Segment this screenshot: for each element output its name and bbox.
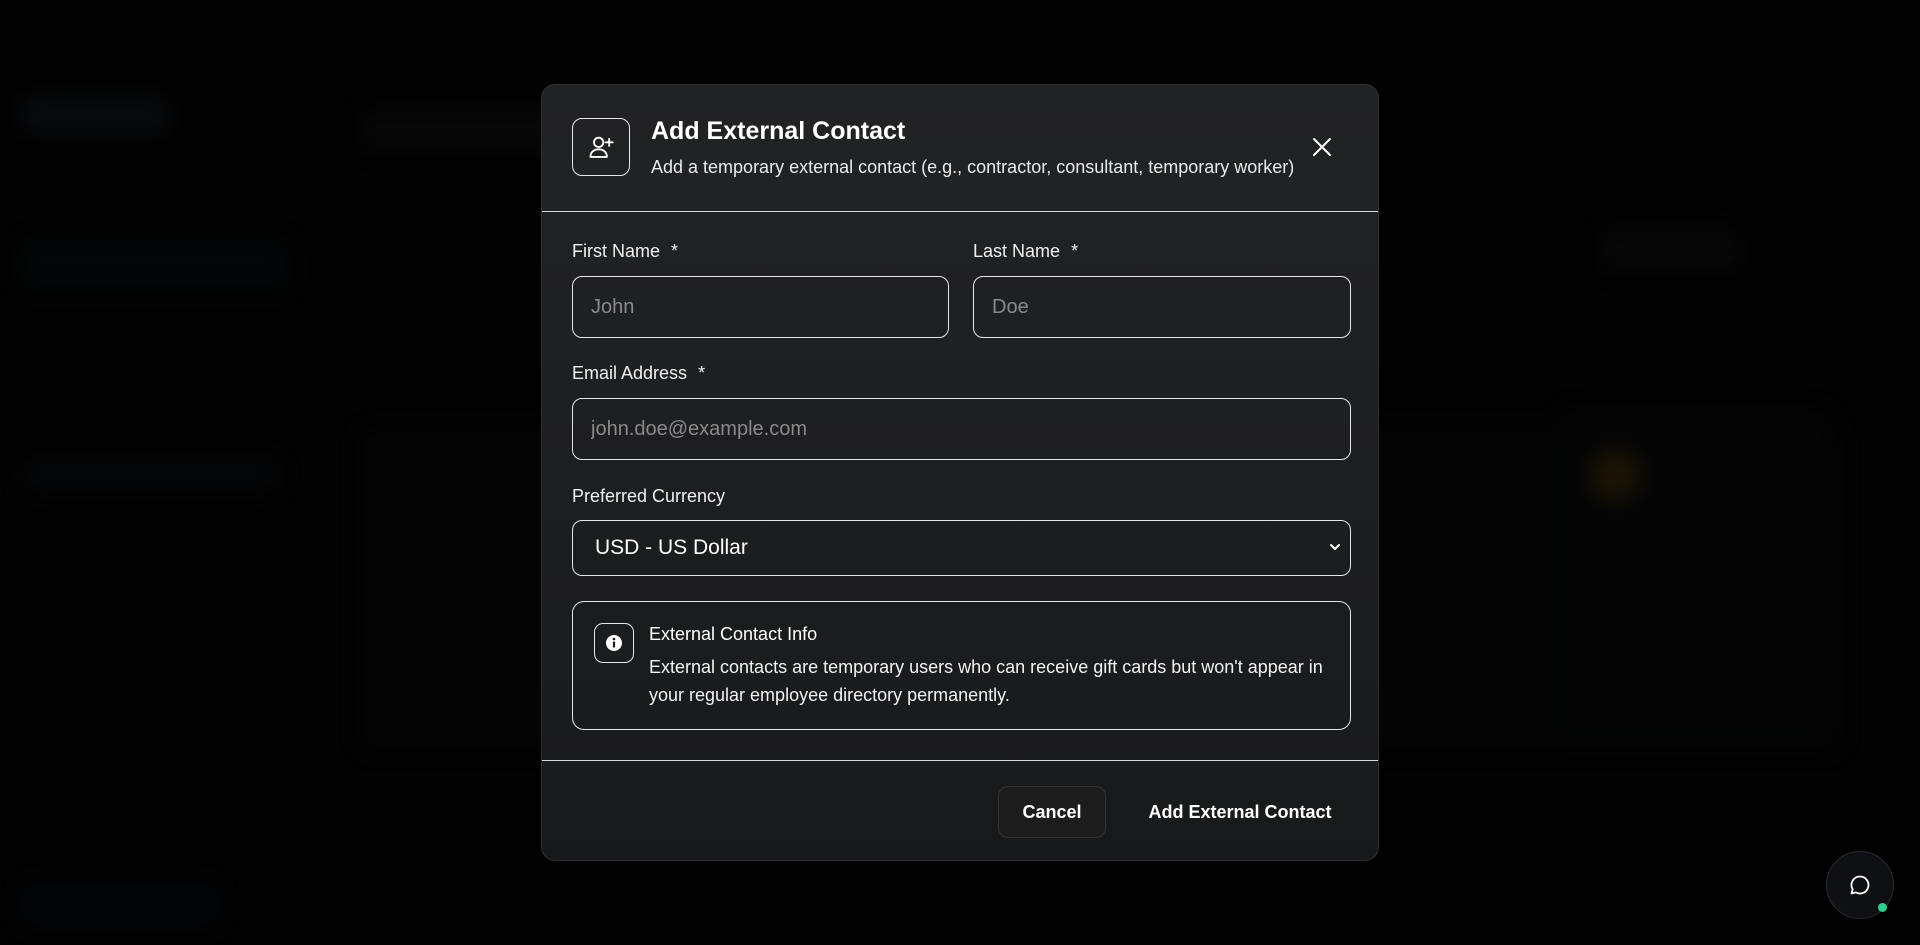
required-mark: * [1071,241,1079,261]
last-name-label-text: Last Name [973,241,1061,261]
info-icon [594,623,634,663]
user-plus-icon [572,118,630,176]
last-name-label: Last Name * [973,241,1078,262]
email-label-text: Email Address [572,363,688,383]
dialog-subtitle: Add a temporary external contact (e.g., … [651,157,1295,177]
online-status-dot [1878,903,1887,912]
required-mark: * [698,363,706,383]
chevron-down-icon [1330,544,1340,550]
info-title: External Contact Info [649,624,818,644]
currency-label: Preferred Currency [572,486,726,506]
close-button[interactable] [1306,131,1338,163]
cancel-button[interactable]: Cancel [998,786,1106,838]
dialog-footer: Cancel Add External Contact [542,760,1378,860]
currency-selected-value: USD - US Dollar [595,536,748,559]
last-name-input[interactable] [973,276,1351,338]
currency-select[interactable]: USD - US Dollar [572,520,1351,576]
dialog-header: Add External Contact Add a temporary ext… [542,85,1378,212]
dialog-title: Add External Contact [651,117,906,145]
external-contact-info-box: External Contact Info External contacts … [572,601,1351,730]
email-label: Email Address * [572,363,705,384]
first-name-label-text: First Name [572,241,661,261]
chat-icon [1850,875,1870,895]
first-name-input[interactable] [572,276,949,338]
add-external-contact-button[interactable]: Add External Contact [1126,786,1354,838]
close-icon [1313,138,1331,156]
info-text: External contacts are temporary users wh… [649,657,1323,705]
add-external-contact-dialog: Add External Contact Add a temporary ext… [541,84,1379,861]
email-input[interactable] [572,398,1351,460]
required-mark: * [671,241,679,261]
first-name-label: First Name * [572,241,678,262]
